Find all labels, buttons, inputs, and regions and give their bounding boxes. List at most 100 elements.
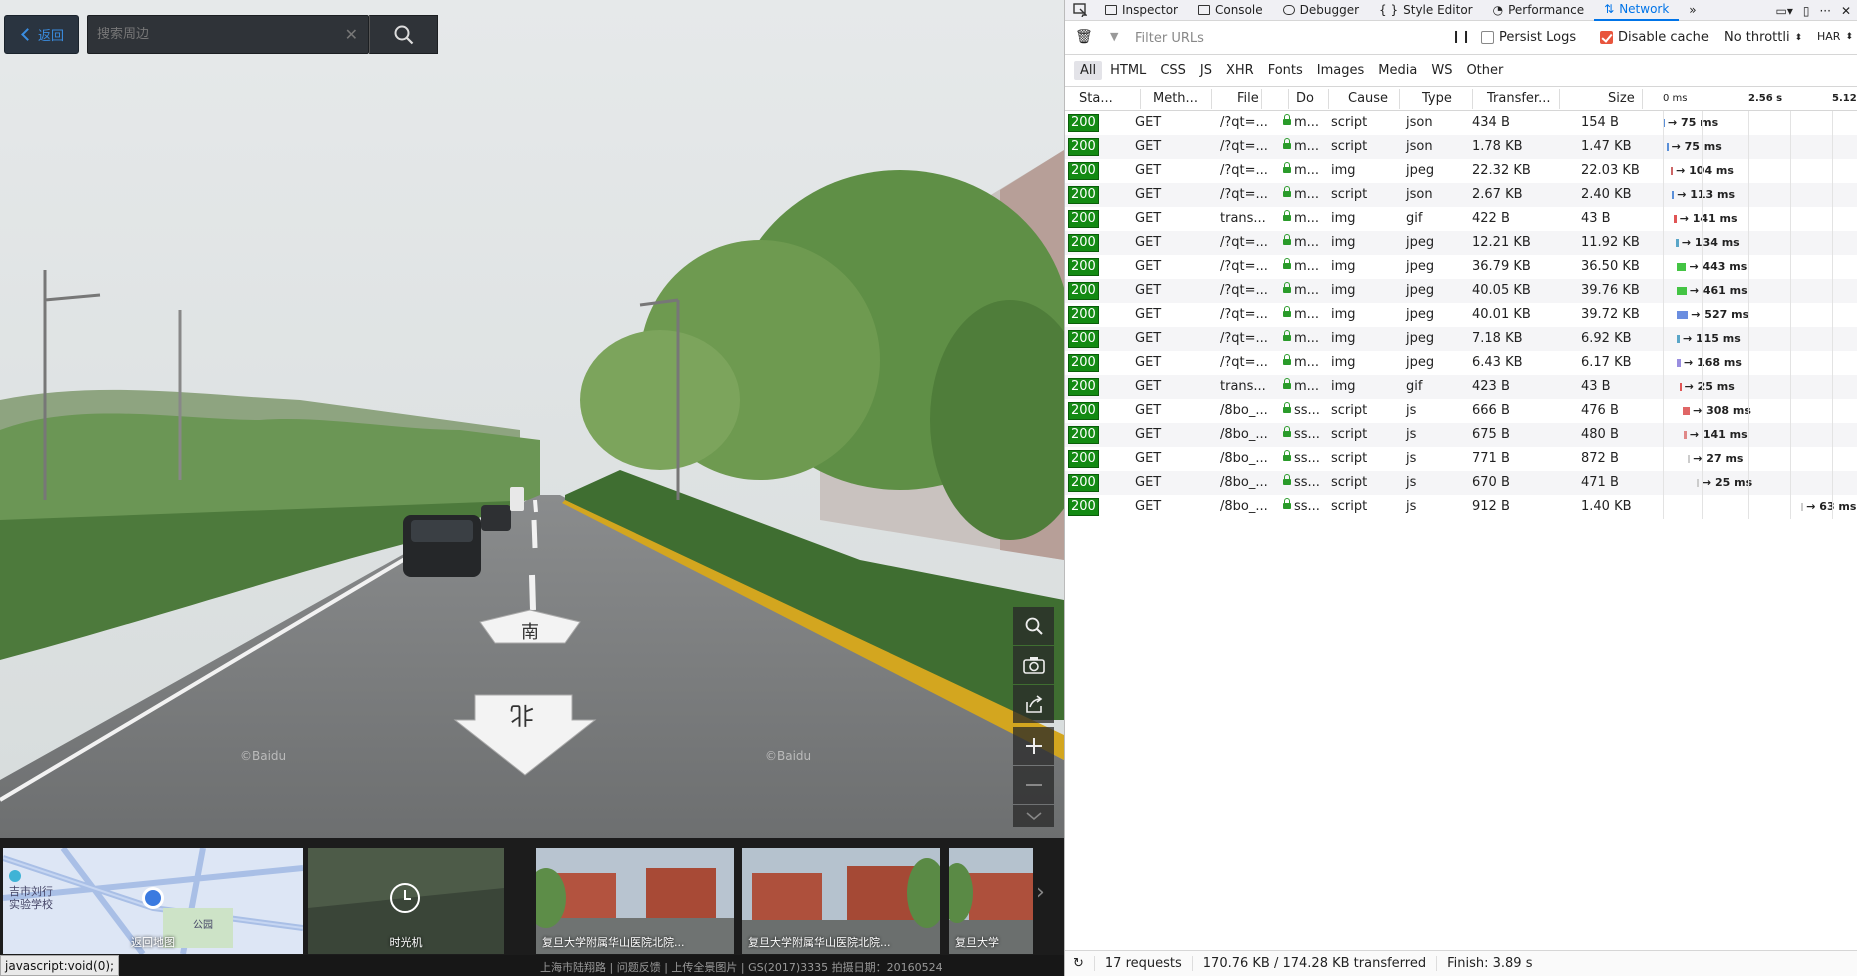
cell-type: json [1406, 187, 1433, 202]
column-divider[interactable] [1140, 89, 1141, 109]
tab-inspector[interactable]: Inspector [1095, 0, 1188, 21]
request-row[interactable]: 200 GET /?qt=... m... img jpeg 40.01 KB 39.72 K… [1065, 303, 1857, 327]
column-divider[interactable] [1399, 89, 1400, 109]
cell-size: 39.76 KB [1581, 283, 1640, 298]
request-row[interactable]: 200 GET /?qt=... m... script json 434 B 154 B → … [1065, 111, 1857, 135]
tab-console[interactable]: Console [1188, 0, 1273, 21]
column-header[interactable]: Sta... [1079, 91, 1113, 106]
cell-type: jpeg [1406, 331, 1435, 346]
cell-file: /?qt=... [1220, 331, 1268, 346]
filter-fonts[interactable]: Fonts [1262, 61, 1309, 80]
back-button[interactable]: 返回 [4, 15, 79, 54]
column-divider[interactable] [1642, 89, 1643, 109]
har-menu[interactable]: HAR ⬍ [1817, 30, 1853, 43]
column-header[interactable]: Type [1422, 91, 1452, 106]
request-row[interactable]: 200 GET/8bo_... ss... script js 675 B 480 B → 1… [1065, 423, 1857, 447]
column-divider[interactable] [1261, 89, 1262, 109]
clear-icon[interactable]: ✕ [345, 25, 358, 44]
close-icon[interactable]: ✕ [1841, 4, 1851, 18]
column-header[interactable]: Size [1608, 91, 1635, 106]
waterfall-bar [1666, 143, 1669, 151]
column-divider[interactable] [1211, 89, 1212, 109]
cell-transferred: 1.78 KB [1472, 139, 1523, 154]
request-row[interactable]: 200 GET/8bo_... ss... script js 771 B 872 B → 2… [1065, 447, 1857, 471]
column-header[interactable]: File [1237, 91, 1259, 106]
cell-method: GET [1135, 499, 1162, 514]
chevron-right-icon[interactable]: › [1036, 880, 1056, 920]
filter-images[interactable]: Images [1311, 61, 1371, 80]
column-header[interactable]: Transfer... [1487, 91, 1550, 106]
disable-cache-checkbox[interactable]: Disable cache [1600, 30, 1709, 45]
thumb-hospital-1[interactable]: 复旦大学附属华山医院北院... [536, 848, 734, 954]
element-picker-button[interactable] [1065, 0, 1095, 21]
search-input[interactable] [88, 27, 338, 42]
request-row[interactable]: 200 GET/8bo_... ss... script js 912 B 1.40 KB →… [1065, 495, 1857, 519]
column-divider[interactable] [1288, 89, 1289, 109]
filter-js[interactable]: JS [1194, 61, 1218, 80]
zoom-in-button[interactable] [1013, 727, 1054, 765]
column-divider[interactable] [1472, 89, 1473, 109]
street-view-panorama[interactable]: 南 北 ©Baidu ©Baidu 返回 ✕ [0, 0, 1064, 976]
pause-icon[interactable]: ❙❙ [1451, 29, 1471, 43]
waterfall-bar [1676, 311, 1689, 319]
waterfall-time: → 443 ms [1689, 260, 1748, 273]
persist-logs-checkbox[interactable]: Persist Logs [1481, 30, 1576, 45]
thumb-hospital-2[interactable]: 复旦大学附属华山医院北院... [742, 848, 940, 954]
more-tabs-button[interactable]: » [1679, 0, 1706, 21]
filter-urls-input[interactable] [1121, 28, 1401, 48]
panorama-image[interactable]: 南 北 ©Baidu ©Baidu [0, 0, 1064, 838]
throttling-select[interactable]: No throttli ⬍ [1724, 30, 1802, 45]
request-row[interactable]: 200 GET /?qt=... m... script json 1.78 KB 1.47 … [1065, 135, 1857, 159]
column-header[interactable]: Cause [1348, 91, 1388, 106]
zoom-out-button[interactable] [1013, 766, 1054, 804]
filter-html[interactable]: HTML [1104, 61, 1152, 80]
request-row[interactable]: 200 GET /?qt=... m... img jpeg 7.18 KB 6.92 KB →… [1065, 327, 1857, 351]
search-nearby-button[interactable] [1013, 607, 1054, 645]
request-row[interactable]: 200 GET/8bo_... ss... script js 666 B 476 B → 3… [1065, 399, 1857, 423]
cell-file: /8bo_... [1220, 451, 1268, 466]
cell-cause: script [1331, 115, 1368, 130]
filter-media[interactable]: Media [1372, 61, 1423, 80]
request-row[interactable]: 200 GET /?qt=... m... img jpeg 22.32 KB 22.03 K… [1065, 159, 1857, 183]
share-button[interactable] [1013, 685, 1054, 723]
cell-domain: ss... [1283, 402, 1320, 418]
filter-css[interactable]: CSS [1154, 61, 1192, 80]
request-row[interactable]: 200 GET /?qt=... m... img jpeg 40.05 KB 39.76 K… [1065, 279, 1857, 303]
reload-icon[interactable]: ↻ [1065, 956, 1094, 971]
request-row[interactable]: 200 GET /?qt=... m... script json 2.67 KB 2.40 … [1065, 183, 1857, 207]
search-button[interactable] [369, 15, 438, 54]
column-header[interactable]: Meth... [1153, 91, 1198, 106]
tab-debugger[interactable]: Debugger [1273, 0, 1369, 21]
dock-icon[interactable]: ▭▾ [1776, 4, 1793, 18]
filter-other[interactable]: Other [1460, 61, 1509, 80]
column-header[interactable]: Do [1296, 91, 1314, 106]
screenshot-button[interactable] [1013, 646, 1054, 684]
waterfall-time: → 527 ms [1691, 308, 1750, 321]
thumb-back-to-map[interactable]: 吉市刘行 实验学校 公园 返回地图 [3, 848, 303, 954]
more-icon[interactable]: ··· [1819, 4, 1830, 18]
tab-style-editor[interactable]: { } Style Editor [1369, 0, 1483, 21]
trash-icon[interactable]: 🗑 [1075, 29, 1093, 45]
filter-all[interactable]: All [1074, 61, 1103, 80]
request-row[interactable]: 200 GET/8bo_... ss... script js 670 B 471 B → 2… [1065, 471, 1857, 495]
request-row[interactable]: 200 GET /?qt=... m... img jpeg 12.21 KB 11.92 K… [1065, 231, 1857, 255]
request-row[interactable]: 200 GET /?qt=... m... img jpeg 36.79 KB 36.50 K… [1065, 255, 1857, 279]
request-row[interactable]: 200 GET /?qt=... m... img jpeg 6.43 KB 6.17 KB →… [1065, 351, 1857, 375]
thumb-time-machine[interactable]: 时光机 [308, 848, 504, 954]
tab-network[interactable]: ⇅ Network [1594, 0, 1680, 21]
request-row[interactable]: 200 GET trans... m... img gif 423 B 43 B → 25 ms [1065, 375, 1857, 399]
column-divider[interactable] [1559, 89, 1560, 109]
filter-xhr[interactable]: XHR [1220, 61, 1260, 80]
cell-size: 471 B [1581, 475, 1619, 490]
thumb-hospital-3[interactable]: 复旦大学 [949, 848, 1033, 954]
filter-ws[interactable]: WS [1425, 61, 1458, 80]
collapse-button[interactable] [1013, 805, 1054, 827]
waterfall-bar [1801, 503, 1804, 511]
tab-performance[interactable]: ◔ Performance [1483, 0, 1595, 21]
split-icon[interactable]: ▯ [1803, 4, 1810, 18]
thumb-caption: 时光机 [389, 936, 423, 949]
cell-size: 6.92 KB [1581, 331, 1632, 346]
request-row[interactable]: 200 GET trans... m... img gif 422 B 43 B → 141 m… [1065, 207, 1857, 231]
column-divider[interactable] [1328, 89, 1329, 109]
side-toolbar [1013, 607, 1054, 828]
